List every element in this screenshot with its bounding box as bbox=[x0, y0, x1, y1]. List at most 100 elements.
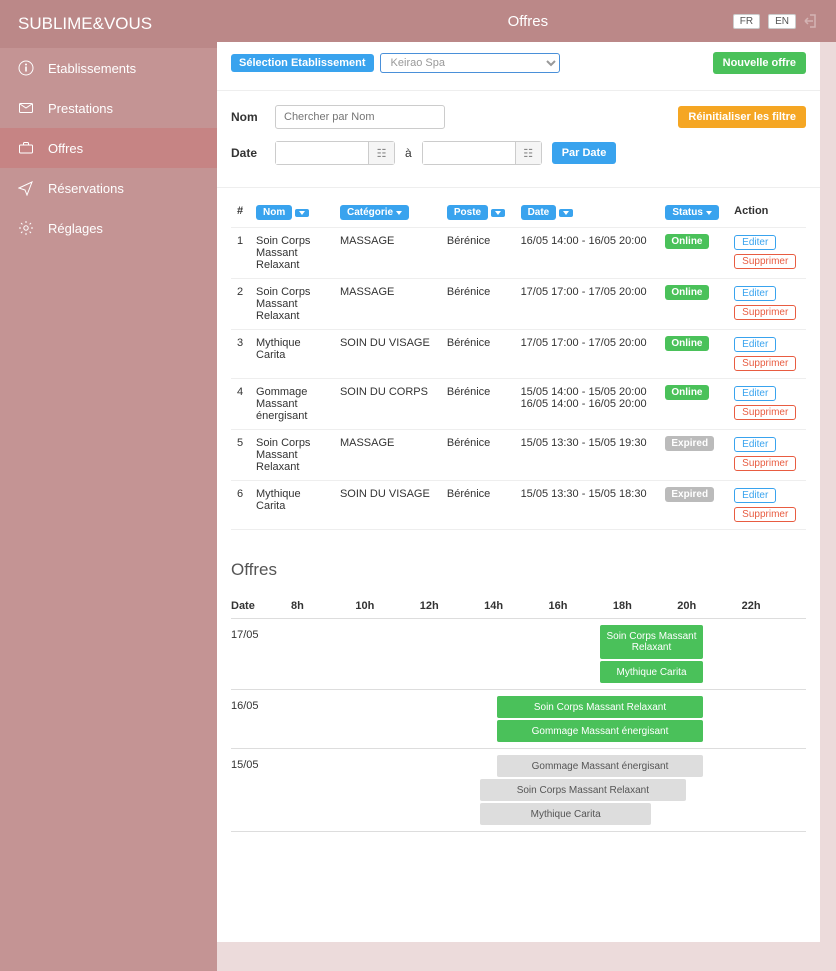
edit-button[interactable]: Editer bbox=[734, 386, 776, 401]
cell-num: 6 bbox=[231, 481, 250, 530]
cell-action: Editer Supprimer bbox=[728, 481, 806, 530]
edit-button[interactable]: Editer bbox=[734, 235, 776, 250]
lang-fr-button[interactable]: FR bbox=[733, 14, 760, 29]
sidebar-item-label: Offres bbox=[48, 141, 83, 156]
date-label: Date bbox=[231, 146, 265, 160]
tl-bar[interactable]: Soin Corps Massant Relaxant bbox=[497, 696, 703, 718]
send-icon bbox=[18, 180, 34, 196]
tl-date: 16/05 bbox=[231, 694, 291, 712]
status-badge: Online bbox=[665, 336, 708, 351]
cell-nom: Gommage Massant énergisant bbox=[250, 379, 334, 430]
status-badge: Online bbox=[665, 234, 708, 249]
date-from-input[interactable] bbox=[276, 142, 368, 164]
tl-hour-label: 20h bbox=[677, 600, 741, 612]
cell-date: 17/05 17:00 - 17/05 20:00 bbox=[515, 330, 660, 379]
tl-bar[interactable]: Gommage Massant énergisant bbox=[497, 755, 703, 777]
cell-nom: Mythique Carita bbox=[250, 481, 334, 530]
sort-categorie-button[interactable]: Catégorie bbox=[340, 205, 409, 220]
cell-poste: Bérénice bbox=[441, 279, 515, 330]
cell-action: Editer Supprimer bbox=[728, 379, 806, 430]
cell-action: Editer Supprimer bbox=[728, 430, 806, 481]
cell-num: 3 bbox=[231, 330, 250, 379]
cell-status: Online bbox=[659, 228, 728, 279]
sidebar-item-label: Réservations bbox=[48, 181, 124, 196]
sidebar-item-reglages[interactable]: Réglages bbox=[0, 208, 217, 248]
briefcase-icon bbox=[18, 140, 34, 156]
table-row: 6 Mythique Carita SOIN DU VISAGE Bérénic… bbox=[231, 481, 806, 530]
offers-table: # Nom Catégorie Poste Date Status Action… bbox=[231, 198, 806, 530]
new-offer-button[interactable]: Nouvelle offre bbox=[713, 52, 806, 74]
par-date-button[interactable]: Par Date bbox=[552, 142, 617, 164]
tl-row: 17/05 Soin Corps Massant RelaxantMythique… bbox=[231, 619, 806, 690]
timeline-title: Offres bbox=[231, 560, 806, 580]
tl-bar[interactable]: Mythique Carita bbox=[480, 803, 652, 825]
tl-hour-label: 8h bbox=[291, 600, 355, 612]
chevron-down-icon[interactable] bbox=[295, 209, 309, 217]
brand: SUBLIME&VOUS bbox=[0, 0, 217, 48]
cell-cat: SOIN DU VISAGE bbox=[334, 330, 441, 379]
nom-label: Nom bbox=[231, 110, 265, 124]
sort-poste-button[interactable]: Poste bbox=[447, 205, 488, 220]
chevron-down-icon[interactable] bbox=[559, 209, 573, 217]
delete-button[interactable]: Supprimer bbox=[734, 507, 796, 522]
date-to-input[interactable] bbox=[423, 142, 515, 164]
sidebar-item-label: Etablissements bbox=[48, 61, 136, 76]
cell-cat: MASSAGE bbox=[334, 430, 441, 481]
tl-bar[interactable]: Gommage Massant énergisant bbox=[497, 720, 703, 742]
delete-button[interactable]: Supprimer bbox=[734, 456, 796, 471]
chevron-down-icon[interactable] bbox=[491, 209, 505, 217]
sidebar-item-reservations[interactable]: Réservations bbox=[0, 168, 217, 208]
cell-num: 5 bbox=[231, 430, 250, 481]
edit-button[interactable]: Editer bbox=[734, 337, 776, 352]
sort-nom-button[interactable]: Nom bbox=[256, 205, 292, 220]
tl-bar[interactable]: Soin Corps Massant Relaxant bbox=[600, 625, 703, 659]
calendar-icon[interactable]: ☷ bbox=[368, 142, 394, 164]
cell-num: 2 bbox=[231, 279, 250, 330]
tl-hour-label: 14h bbox=[484, 600, 548, 612]
sidebar-item-offres[interactable]: Offres bbox=[0, 128, 217, 168]
tl-bar[interactable]: Mythique Carita bbox=[600, 661, 703, 683]
sort-date-button[interactable]: Date bbox=[521, 205, 557, 220]
cell-nom: Mythique Carita bbox=[250, 330, 334, 379]
sidebar-item-label: Réglages bbox=[48, 221, 103, 236]
establishment-select[interactable]: Keirao Spa bbox=[380, 53, 560, 73]
sort-status-button[interactable]: Status bbox=[665, 205, 719, 220]
cell-nom: Soin Corps Massant Relaxant bbox=[250, 228, 334, 279]
cell-poste: Bérénice bbox=[441, 330, 515, 379]
mail-icon bbox=[18, 100, 34, 116]
lang-en-button[interactable]: EN bbox=[768, 14, 796, 29]
cell-status: Expired bbox=[659, 481, 728, 530]
sidebar-item-etablissements[interactable]: Etablissements bbox=[0, 48, 217, 88]
table-row: 5 Soin Corps Massant Relaxant MASSAGE Bé… bbox=[231, 430, 806, 481]
cell-date: 16/05 14:00 - 16/05 20:00 bbox=[515, 228, 660, 279]
delete-button[interactable]: Supprimer bbox=[734, 305, 796, 320]
cell-date: 15/05 13:30 - 15/05 19:30 bbox=[515, 430, 660, 481]
cell-action: Editer Supprimer bbox=[728, 228, 806, 279]
cell-cat: SOIN DU VISAGE bbox=[334, 481, 441, 530]
col-action: Action bbox=[728, 198, 806, 228]
logout-icon[interactable] bbox=[804, 13, 820, 29]
delete-button[interactable]: Supprimer bbox=[734, 254, 796, 269]
table-row: 2 Soin Corps Massant Relaxant MASSAGE Bé… bbox=[231, 279, 806, 330]
cell-action: Editer Supprimer bbox=[728, 330, 806, 379]
calendar-icon[interactable]: ☷ bbox=[515, 142, 541, 164]
page-title: Offres bbox=[323, 13, 733, 30]
delete-button[interactable]: Supprimer bbox=[734, 356, 796, 371]
tl-bar[interactable]: Soin Corps Massant Relaxant bbox=[480, 779, 686, 801]
tl-date: 17/05 bbox=[231, 623, 291, 641]
tl-date: 15/05 bbox=[231, 753, 291, 771]
cell-poste: Bérénice bbox=[441, 228, 515, 279]
nom-input[interactable] bbox=[275, 105, 445, 129]
cell-status: Online bbox=[659, 379, 728, 430]
cell-num: 4 bbox=[231, 379, 250, 430]
tl-row: 16/05 Soin Corps Massant RelaxantGommage … bbox=[231, 690, 806, 749]
edit-button[interactable]: Editer bbox=[734, 437, 776, 452]
tl-hour-label: 16h bbox=[549, 600, 613, 612]
cell-cat: SOIN DU CORPS bbox=[334, 379, 441, 430]
reset-filters-button[interactable]: Réinitialiser les filtre bbox=[678, 106, 806, 128]
cell-date: 17/05 17:00 - 17/05 20:00 bbox=[515, 279, 660, 330]
sidebar-item-prestations[interactable]: Prestations bbox=[0, 88, 217, 128]
edit-button[interactable]: Editer bbox=[734, 286, 776, 301]
edit-button[interactable]: Editer bbox=[734, 488, 776, 503]
delete-button[interactable]: Supprimer bbox=[734, 405, 796, 420]
